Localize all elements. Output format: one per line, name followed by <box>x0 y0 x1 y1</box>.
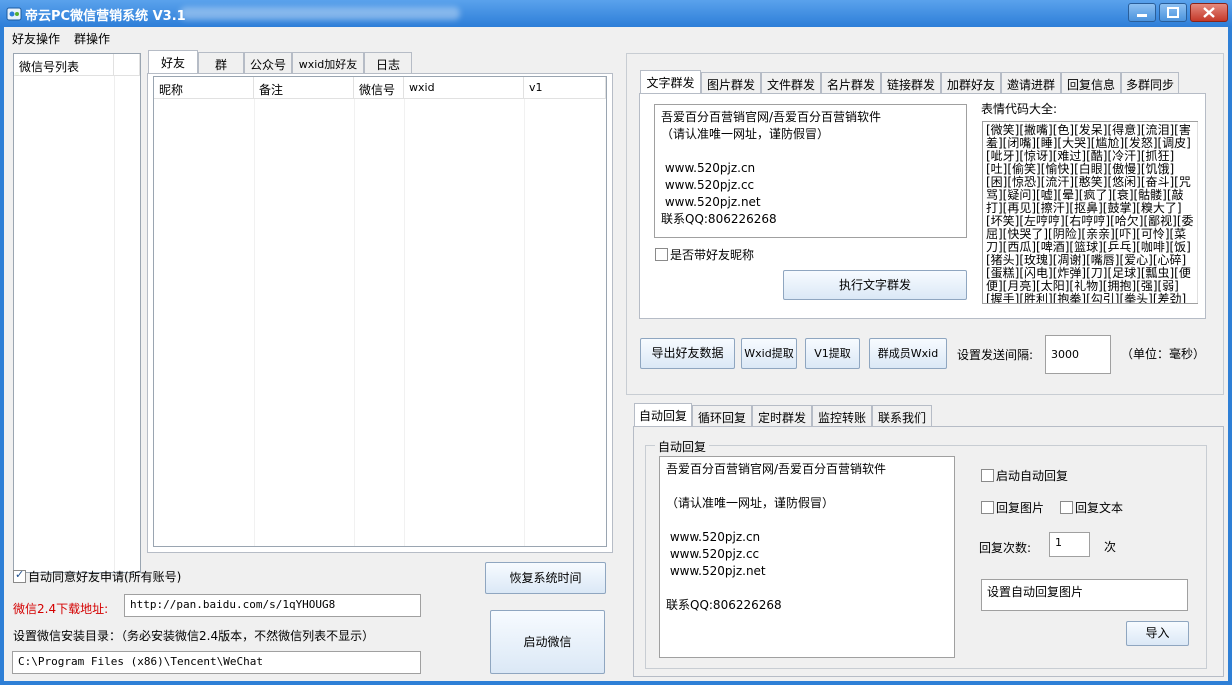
tab-mass-link[interactable]: 链接群发 <box>881 72 941 93</box>
account-list-header-blank <box>114 54 140 76</box>
send-interval-field[interactable]: 3000 <box>1045 335 1111 374</box>
close-icon <box>1203 7 1215 18</box>
tab-add-group-friends[interactable]: 加群好友 <box>941 72 1001 93</box>
menu-groups[interactable]: 群操作 <box>74 30 110 47</box>
restore-time-button[interactable]: 恢复系统时间 <box>485 562 606 594</box>
reply-image-checkbox[interactable]: 回复图片 <box>981 499 1044 516</box>
enable-auto-reply-label: 启动自动回复 <box>996 469 1069 483</box>
tab-mass-file[interactable]: 文件群发 <box>761 72 821 93</box>
tab-friends[interactable]: 好友 <box>148 50 198 73</box>
client-area: 好友操作 群操作 微信号列表 好友 群 公众号 wxid加好友 日志 昵称 备注… <box>4 27 1228 681</box>
tab-auto-reply[interactable]: 自动回复 <box>634 403 692 426</box>
tab-loop-reply[interactable]: 循环回复 <box>692 405 752 426</box>
download-url-field[interactable]: http://pan.baidu.com/s/1qYHOUG8 <box>124 594 421 617</box>
tab-multi-group-sync[interactable]: 多群同步 <box>1121 72 1179 93</box>
emoji-codes-box[interactable]: [微笑][撇嘴][色][发呆][得意][流泪][害羞][闭嘴][睡][大哭][尴… <box>982 121 1198 304</box>
start-wechat-button[interactable]: 启动微信 <box>490 610 605 674</box>
auto-reply-message[interactable]: 吾爱百分百营销官网/吾爱百分百营销软件 （请认准唯一网址，谨防假冒） www.5… <box>659 456 955 658</box>
download-label: 微信2.4下载地址: <box>13 602 109 616</box>
column-divider <box>404 99 405 546</box>
reply-count-unit: 次 <box>1104 540 1117 554</box>
with-nickname-checkbox[interactable]: 是否带好友昵称 <box>655 246 754 263</box>
app-icon <box>6 7 22 21</box>
mass-text-message[interactable]: 吾爱百分百营销官网/吾爱百分百营销软件 （请认准唯一网址，谨防假冒） www.5… <box>654 104 967 238</box>
execute-mass-text-button[interactable]: 执行文字群发 <box>783 270 967 300</box>
auto-reply-group-title: 自动回复 <box>655 438 710 455</box>
column-nickname[interactable]: 昵称 <box>154 77 254 99</box>
tab-official-accounts[interactable]: 公众号 <box>244 52 292 73</box>
wxid-extract-button[interactable]: Wxid提取 <box>741 338 797 369</box>
tab-wxid-add-friend[interactable]: wxid加好友 <box>292 52 364 73</box>
tab-scheduled-mass[interactable]: 定时群发 <box>752 405 812 426</box>
install-dir-field[interactable]: C:\Program Files (x86)\Tencent\WeChat <box>12 651 421 674</box>
tab-mass-text[interactable]: 文字群发 <box>640 70 701 93</box>
emoji-scrollbar[interactable] <box>1197 122 1198 303</box>
tab-groups[interactable]: 群 <box>198 52 244 73</box>
auto-accept-label: 自动同意好友申请(所有账号) <box>28 570 182 584</box>
checkbox-box <box>981 501 994 514</box>
tab-invite-to-group[interactable]: 邀请进群 <box>1001 72 1061 93</box>
menu-friends[interactable]: 好友操作 <box>12 30 60 47</box>
tab-mass-image[interactable]: 图片群发 <box>701 72 761 93</box>
reply-text-checkbox[interactable]: 回复文本 <box>1060 499 1123 516</box>
enable-auto-reply-checkbox[interactable]: 启动自动回复 <box>981 467 1068 484</box>
emoji-codes-title: 表情代码大全: <box>981 102 1058 116</box>
friend-table[interactable]: 昵称 备注 微信号 wxid v1 <box>153 76 607 547</box>
account-list-header: 微信号列表 <box>14 54 114 76</box>
menu-bar: 好友操作 群操作 <box>4 27 1228 49</box>
blurred-title-region <box>180 7 460 20</box>
reply-count-field[interactable]: 1 <box>1049 532 1090 557</box>
tab-contact-us[interactable]: 联系我们 <box>872 405 932 426</box>
auto-accept-checkbox[interactable]: 自动同意好友申请(所有账号) <box>13 568 181 585</box>
with-nickname-label: 是否带好友昵称 <box>670 248 755 262</box>
column-divider <box>354 99 355 546</box>
main-window: 帝云PC微信营销系统 V3.1 好友操作 群操作 微信号列表 好友 群 公众号 … <box>0 0 1232 685</box>
tab-monitor-transfer[interactable]: 监控转账 <box>812 405 872 426</box>
column-wxid[interactable]: wxid <box>404 77 524 99</box>
reply-image-label: 回复图片 <box>996 501 1045 515</box>
reply-text-label: 回复文本 <box>1075 501 1124 515</box>
checkbox-box <box>655 248 668 261</box>
auto-reply-image-field[interactable]: 设置自动回复图片 <box>981 579 1188 611</box>
account-list-column-divider <box>114 76 115 572</box>
interval-unit-label: （单位：毫秒） <box>1121 347 1206 361</box>
minimize-icon <box>1137 14 1147 17</box>
export-friends-button[interactable]: 导出好友数据 <box>640 338 735 369</box>
title-bar[interactable]: 帝云PC微信营销系统 V3.1 <box>0 0 1232 27</box>
mass-send-tab-bar: 文字群发 图片群发 文件群发 名片群发 链接群发 加群好友 邀请进群 回复信息 … <box>640 70 1200 93</box>
column-divider <box>254 99 255 546</box>
checkbox-box <box>981 469 994 482</box>
tab-reply-info[interactable]: 回复信息 <box>1061 72 1121 93</box>
send-interval-label: 设置发送间隔: <box>957 348 1034 362</box>
install-dir-label: 设置微信安装目录：（务必安装微信2.4版本，不然微信列表不显示） <box>13 629 375 643</box>
import-button[interactable]: 导入 <box>1126 621 1189 646</box>
column-remark[interactable]: 备注 <box>254 77 354 99</box>
reply-count-label: 回复次数: <box>979 541 1032 555</box>
account-list[interactable]: 微信号列表 <box>13 53 141 573</box>
auto-reply-tab-bar: 自动回复 循环回复 定时群发 监控转账 联系我们 <box>634 403 934 426</box>
close-button[interactable] <box>1190 3 1228 22</box>
checkbox-box <box>13 568 26 583</box>
column-wechat-id[interactable]: 微信号 <box>354 77 404 99</box>
minimize-button[interactable] <box>1128 3 1156 22</box>
checkbox-box <box>1060 501 1073 514</box>
maximize-icon <box>1167 7 1179 18</box>
window-title: 帝云PC微信营销系统 V3.1 <box>25 9 186 24</box>
tab-log[interactable]: 日志 <box>364 52 412 73</box>
column-divider <box>524 99 525 546</box>
v1-extract-button[interactable]: V1提取 <box>805 338 860 369</box>
group-member-wxid-button[interactable]: 群成员Wxid <box>869 338 947 369</box>
maximize-button[interactable] <box>1159 3 1187 22</box>
left-tab-bar: 好友 群 公众号 wxid加好友 日志 <box>148 50 618 73</box>
tab-mass-card[interactable]: 名片群发 <box>821 72 881 93</box>
column-v1[interactable]: v1 <box>524 77 606 99</box>
